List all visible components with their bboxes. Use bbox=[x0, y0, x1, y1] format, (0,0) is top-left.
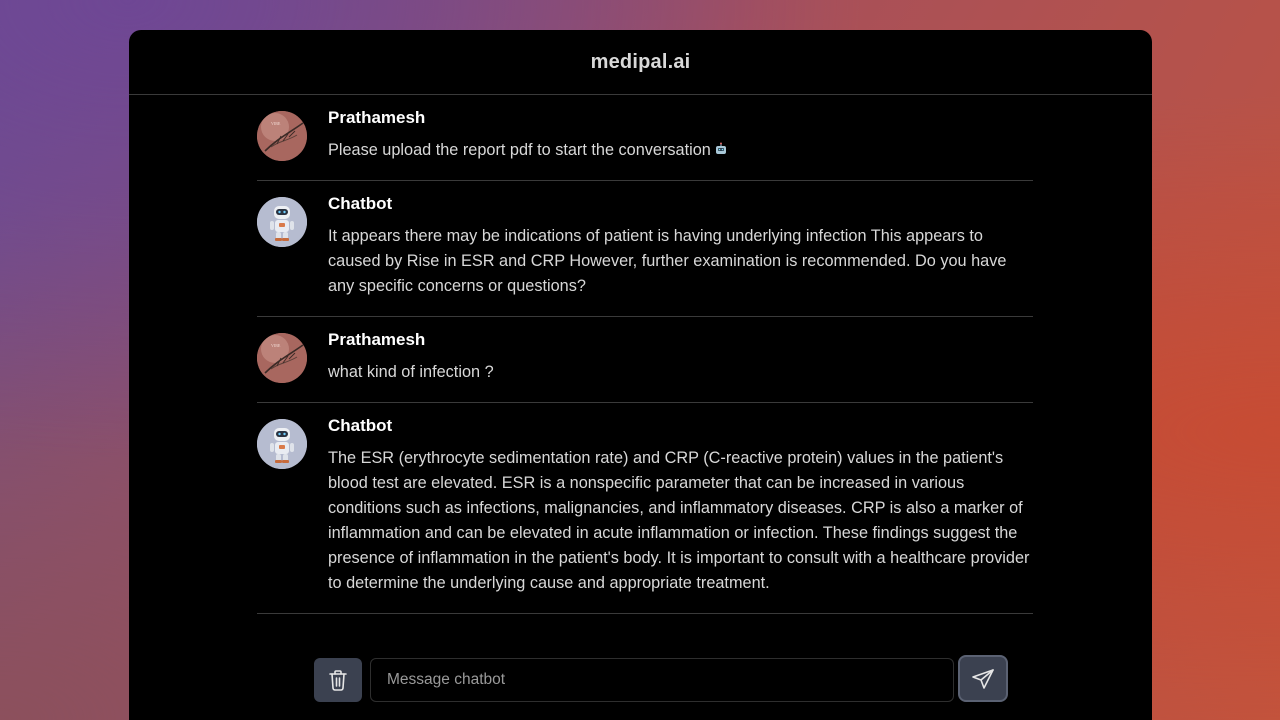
message-list[interactable]: VIBE Prathamesh Please upload the report… bbox=[257, 95, 1033, 614]
chat-window: medipal.ai VIBE Prathamesh Please upload… bbox=[129, 30, 1152, 720]
message-input[interactable] bbox=[371, 659, 953, 701]
header: medipal.ai bbox=[129, 30, 1152, 95]
message-body: Prathamesh Please upload the report pdf … bbox=[328, 108, 1033, 180]
message-bot: Chatbot The ESR (erythrocyte sedimentati… bbox=[257, 403, 1033, 614]
message-bot: Chatbot It appears there may be indicati… bbox=[257, 181, 1033, 317]
message-text: what kind of infection ? bbox=[328, 363, 494, 381]
message-user: VIBE Prathamesh Please upload the report… bbox=[257, 95, 1033, 181]
message-body: Chatbot It appears there may be indicati… bbox=[328, 194, 1033, 316]
message-text: Please upload the report pdf to start th… bbox=[328, 138, 1033, 180]
message-body: Prathamesh what kind of infection ? bbox=[328, 330, 1033, 402]
message-input-wrapper bbox=[370, 658, 954, 702]
sender-name: Prathamesh bbox=[328, 108, 426, 127]
message-text: The ESR (erythrocyte sedimentation rate)… bbox=[328, 449, 1030, 592]
robot-emoji-icon bbox=[714, 139, 728, 154]
clear-chat-button[interactable] bbox=[314, 658, 362, 702]
user-avatar: VIBE bbox=[257, 333, 307, 383]
message-text: It appears there may be indications of p… bbox=[328, 227, 1007, 295]
send-button[interactable] bbox=[958, 655, 1008, 702]
trash-icon bbox=[329, 670, 347, 691]
message-text-content: Please upload the report pdf to start th… bbox=[328, 141, 711, 159]
message-composer bbox=[314, 655, 1014, 705]
message-user: VIBE Prathamesh what kind of infection ? bbox=[257, 317, 1033, 403]
chatbot-avatar bbox=[257, 419, 307, 469]
app-title: medipal.ai bbox=[590, 50, 691, 73]
sender-name: Chatbot bbox=[328, 416, 393, 435]
chatbot-avatar bbox=[257, 197, 307, 247]
sender-name: Prathamesh bbox=[328, 330, 426, 349]
svg-text:VIBE: VIBE bbox=[271, 343, 281, 348]
svg-text:VIBE: VIBE bbox=[271, 121, 281, 126]
sender-name: Chatbot bbox=[328, 194, 393, 213]
send-icon bbox=[972, 668, 994, 689]
user-avatar: VIBE bbox=[257, 111, 307, 161]
message-body: Chatbot The ESR (erythrocyte sedimentati… bbox=[328, 416, 1033, 613]
